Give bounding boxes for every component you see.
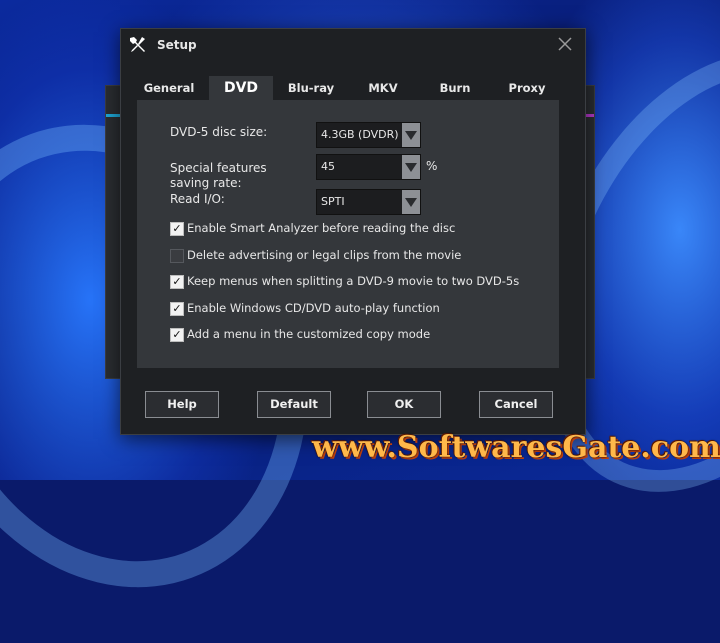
read-io-label: Read I/O: bbox=[170, 192, 225, 206]
tab-dvd[interactable]: DVD bbox=[209, 76, 273, 100]
checkbox-checked[interactable]: ✓ bbox=[170, 275, 184, 289]
special-rate-select[interactable]: 45 bbox=[316, 154, 421, 180]
help-button[interactable]: Help bbox=[145, 391, 219, 418]
special-rate-label: Special features saving rate: bbox=[170, 161, 267, 190]
title-bar[interactable]: Setup bbox=[121, 29, 585, 63]
default-button[interactable]: Default bbox=[257, 391, 331, 418]
ok-button[interactable]: OK bbox=[367, 391, 441, 418]
chevron-down-icon[interactable] bbox=[402, 123, 420, 147]
disc-size-select[interactable]: 4.3GB (DVDR) bbox=[316, 122, 421, 148]
tools-icon bbox=[128, 35, 148, 55]
option-label: Keep menus when splitting a DVD-9 movie … bbox=[187, 274, 520, 288]
chevron-down-icon[interactable] bbox=[402, 190, 420, 214]
special-rate-value: 45 bbox=[321, 160, 335, 173]
setup-dialog: Setup General DVD Blu-ray MKV Burn Proxy… bbox=[120, 28, 586, 435]
tab-mkv[interactable]: MKV bbox=[351, 76, 415, 100]
cancel-button[interactable]: Cancel bbox=[479, 391, 553, 418]
checkbox-unchecked[interactable] bbox=[170, 249, 184, 263]
read-io-select[interactable]: SPTI bbox=[316, 189, 421, 215]
checkbox-checked[interactable]: ✓ bbox=[170, 328, 184, 342]
disc-size-label: DVD-5 disc size: bbox=[170, 125, 268, 139]
watermark-text: www.SoftwaresGate.com bbox=[312, 430, 720, 465]
dialog-title: Setup bbox=[157, 38, 197, 52]
checkbox-checked[interactable]: ✓ bbox=[170, 222, 184, 236]
option-label: Enable Smart Analyzer before reading the… bbox=[187, 221, 456, 235]
chevron-down-icon[interactable] bbox=[402, 155, 420, 179]
close-icon[interactable] bbox=[557, 37, 573, 53]
percent-unit: % bbox=[426, 159, 438, 173]
checkbox-checked[interactable]: ✓ bbox=[170, 302, 184, 316]
option-label: Add a menu in the customized copy mode bbox=[187, 327, 431, 341]
read-io-value: SPTI bbox=[321, 195, 345, 208]
option-label: Delete advertising or legal clips from t… bbox=[187, 248, 462, 262]
tab-blu-ray[interactable]: Blu-ray bbox=[279, 76, 343, 100]
dvd-settings-panel: DVD-5 disc size: 4.3GB (DVDR) Special fe… bbox=[137, 100, 559, 368]
tab-general[interactable]: General bbox=[137, 76, 201, 100]
tab-bar: General DVD Blu-ray MKV Burn Proxy bbox=[137, 76, 569, 100]
disc-size-value: 4.3GB (DVDR) bbox=[321, 128, 399, 141]
tab-proxy[interactable]: Proxy bbox=[495, 76, 559, 100]
tab-burn[interactable]: Burn bbox=[423, 76, 487, 100]
option-label: Enable Windows CD/DVD auto-play function bbox=[187, 301, 440, 315]
